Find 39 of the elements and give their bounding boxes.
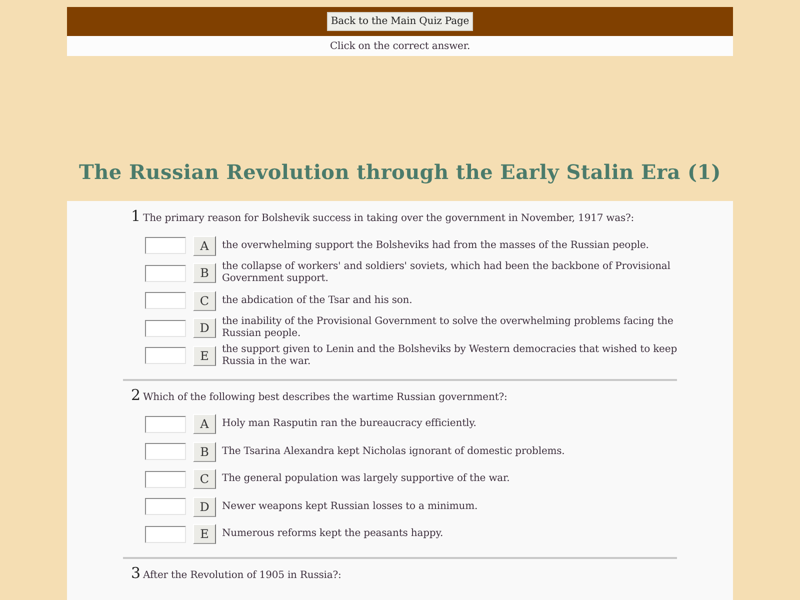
answer-input-field[interactable] bbox=[145, 292, 186, 310]
answer-letter-button[interactable]: C bbox=[193, 469, 216, 490]
question-text: After the Revolution of 1905 in Russia?: bbox=[143, 569, 342, 583]
answer-text: Numerous reforms kept the peasants happy. bbox=[222, 528, 444, 540]
answer-input-field[interactable] bbox=[145, 526, 186, 543]
question-text: Which of the following best describes the wartime Russian government?: bbox=[143, 390, 508, 404]
answer-input-field[interactable] bbox=[145, 498, 186, 516]
page-title: The Russian Revolution through the Early Stalin Era (1) bbox=[79, 159, 721, 185]
answer-text: the abdication of the Tsar and his son. bbox=[222, 294, 414, 307]
question-text: The primary reason for Bolshevik success in taking over the government in November, 1917 was?: bbox=[143, 212, 634, 226]
answer-input-field[interactable] bbox=[145, 264, 186, 282]
answer-input-field[interactable] bbox=[145, 320, 186, 337]
answer-input-field[interactable] bbox=[145, 237, 186, 254]
answer-letter-button[interactable]: E bbox=[193, 346, 216, 366]
answer-text: the overwhelming support the Bolsheviks had from the masses of the Russian people. bbox=[222, 240, 650, 252]
answer-input-field[interactable] bbox=[145, 347, 186, 364]
answer-text: Holy man Rasputin ran the bureaucracy efficiently. bbox=[222, 418, 478, 430]
answer-text: The general population was largely supportive of the war. bbox=[222, 473, 511, 486]
answer-letter-button[interactable]: D bbox=[193, 496, 216, 517]
answer-text: the support given to Lenin and the Bolsheviks by Western democracies that wished to keep Russia in the war. bbox=[222, 344, 677, 368]
answer-letter-button[interactable]: E bbox=[193, 524, 216, 544]
answer-letter-button[interactable]: A bbox=[193, 236, 216, 256]
answer-letter-button[interactable]: B bbox=[193, 442, 216, 462]
answer-letter-button[interactable]: A bbox=[193, 414, 216, 434]
answer-letter-button[interactable]: C bbox=[193, 290, 216, 311]
answer-text: Newer weapons kept Russian losses to a minimum. bbox=[222, 500, 479, 513]
answer-input-field[interactable] bbox=[145, 470, 186, 488]
instruction-text: Click on the correct answer. bbox=[330, 40, 470, 52]
question-number: 3 bbox=[131, 566, 142, 580]
answer-text: The Tsarina Alexandra kept Nicholas ignorant of domestic problems. bbox=[222, 446, 566, 458]
question-number: 1 bbox=[131, 209, 142, 223]
answer-letter-button[interactable]: D bbox=[193, 318, 216, 338]
answer-text: the inability of the Provisional Government to solve the overwhelming problems facing the Russian people. bbox=[222, 316, 674, 340]
answer-input-field[interactable] bbox=[145, 416, 186, 433]
answer-letter-button[interactable]: B bbox=[193, 263, 216, 284]
answer-input-field[interactable] bbox=[145, 443, 186, 460]
back-button[interactable]: Back to the Main Quiz Page bbox=[326, 12, 474, 31]
question-number: 2 bbox=[131, 388, 142, 402]
answer-text: the collapse of workers' and soldiers' soviets, which had been the backbone of Provisional Government support. bbox=[222, 261, 672, 286]
